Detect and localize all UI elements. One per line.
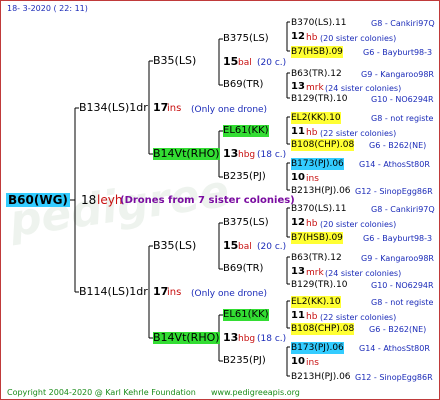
gen1-code: ins — [167, 287, 182, 298]
gen1-code: ins — [167, 103, 182, 114]
gen3-number: 12 — [291, 217, 305, 228]
gen2-code: hbg — [238, 334, 256, 344]
footer-copyright: Copyright 2004-2020 @ Karl Kehrle Founda… — [7, 388, 196, 397]
gen3-number: 13 — [291, 81, 305, 92]
gen2-colony-id[interactable]: B14Vt(RHO) — [153, 148, 220, 160]
gen3-note: (20 sister colonies) — [320, 220, 397, 229]
gen3-colony-id[interactable]: B69(TR) — [223, 263, 263, 275]
gen3-number: 10 — [291, 356, 305, 367]
gen4-origin: G12 - SinopEgg86R — [355, 373, 433, 382]
gen2-colony-id[interactable]: B35(LS) — [153, 240, 196, 252]
gen3-number: 10 — [291, 172, 305, 183]
gen4-colony-id[interactable]: B63(TR).12 — [291, 68, 342, 80]
gen3-code: hb — [306, 312, 318, 322]
gen3-colony-id[interactable]: EL61(KK) — [223, 125, 269, 137]
gen2-code: bal — [238, 58, 252, 68]
gen3-code: mrk — [306, 268, 324, 278]
gen4-origin: G8 - Cankiri97Q — [371, 19, 435, 28]
gen3-code: hb — [306, 219, 318, 229]
gen4-origin: G9 - Kangaroo98R — [361, 254, 434, 263]
gen2-number: 15 — [223, 239, 239, 252]
gen3-code: ins — [306, 358, 319, 368]
gen2-number: 15 — [223, 55, 239, 68]
gen4-origin: G12 - SinopEgg86R — [355, 187, 433, 196]
root-number: 18 — [81, 193, 97, 207]
gen4-colony-id[interactable]: B108(CHP).08 — [291, 139, 355, 151]
gen2-number: 13 — [223, 331, 239, 344]
gen3-colony-id[interactable]: B375(LS) — [223, 33, 269, 45]
gen2-code: hbg — [238, 150, 256, 160]
gen4-colony-id[interactable]: B63(TR).12 — [291, 252, 342, 264]
gen4-colony-id[interactable]: B213H(PJ).06 — [291, 371, 351, 383]
gen4-origin: G6 - Bayburt98-3 — [363, 234, 433, 243]
gen3-colony-id[interactable]: B235(PJ) — [223, 355, 266, 367]
gen3-code: ins — [306, 174, 319, 184]
gen1-note: (Only one drone) — [191, 289, 268, 299]
gen1-colony-id[interactable]: B134(LS)1dr — [79, 102, 148, 114]
gen4-colony-id[interactable]: B370(LS).11 — [291, 17, 346, 29]
root-code: leyh — [97, 193, 123, 207]
footer-url[interactable]: www.pedigreeapis.org — [211, 387, 300, 399]
gen1-colony-id[interactable]: B114(LS)1dr — [79, 286, 148, 298]
gen4-colony-id[interactable]: EL2(KK).10 — [291, 296, 341, 308]
gen4-origin: G14 - AthosSt80R — [359, 344, 430, 353]
gen4-colony-id[interactable]: B7(HSB).09 — [291, 232, 343, 244]
gen2-colony-id[interactable]: B35(LS) — [153, 55, 196, 67]
gen4-origin: G6 - B262(NE) — [369, 141, 427, 150]
gen4-colony-id[interactable]: B7(HSB).09 — [291, 46, 343, 58]
gen3-colony-id[interactable]: B375(LS) — [223, 217, 269, 229]
gen2-number: 13 — [223, 147, 239, 160]
root-colony-id[interactable]: B60(WG) — [6, 193, 70, 207]
gen2-note: (18 c.) — [257, 150, 287, 160]
gen4-colony-id[interactable]: B370(LS).11 — [291, 203, 346, 215]
gen4-origin: G10 - NO6294R — [371, 281, 434, 290]
gen4-origin: G10 - NO6294R — [371, 95, 434, 104]
pedigree-frame: pedigree 18- 3-2020 ( 22: 11) B60(WG) 18… — [0, 0, 440, 400]
gen2-note: (20 c.) — [257, 242, 287, 252]
gen3-number: 11 — [291, 126, 305, 137]
gen4-colony-id[interactable]: B173(PJ).06 — [291, 158, 344, 170]
header-date: 18- 3-2020 ( 22: 11) — [7, 4, 88, 13]
gen4-origin: G8 - not registe — [371, 114, 434, 123]
gen4-colony-id[interactable]: B108(CHP).08 — [291, 323, 355, 335]
gen4-origin: G6 - Bayburt98-3 — [363, 48, 433, 57]
gen2-note: (20 c.) — [257, 58, 287, 68]
gen2-note: (18 c.) — [257, 334, 287, 344]
gen3-number: 13 — [291, 266, 305, 277]
gen4-colony-id[interactable]: EL2(KK).10 — [291, 112, 341, 124]
gen3-note: (20 sister colonies) — [320, 34, 397, 43]
gen4-origin: G14 - AthosSt80R — [359, 160, 430, 169]
gen4-colony-id[interactable]: B213H(PJ).06 — [291, 185, 351, 197]
gen4-colony-id[interactable]: B129(TR).10 — [291, 279, 347, 291]
gen4-colony-id[interactable]: B173(PJ).06 — [291, 342, 344, 354]
gen1-note: (Only one drone) — [191, 105, 268, 115]
gen3-colony-id[interactable]: B69(TR) — [223, 79, 263, 91]
gen3-number: 12 — [291, 31, 305, 42]
gen3-colony-id[interactable]: EL61(KK) — [223, 309, 269, 321]
gen4-origin: G8 - not registe — [371, 298, 434, 307]
gen3-code: hb — [306, 33, 318, 43]
root-drones-note: (Drones from 7 sister colonies) — [120, 195, 295, 206]
gen3-code: hb — [306, 128, 318, 138]
gen3-colony-id[interactable]: B235(PJ) — [223, 171, 266, 183]
gen3-number: 11 — [291, 310, 305, 321]
gen2-colony-id[interactable]: B14Vt(RHO) — [153, 332, 220, 344]
gen4-colony-id[interactable]: B129(TR).10 — [291, 93, 347, 105]
gen4-origin: G8 - Cankiri97Q — [371, 205, 435, 214]
gen4-origin: G9 - Kangaroo98R — [361, 70, 434, 79]
gen4-origin: G6 - B262(NE) — [369, 325, 427, 334]
gen2-code: bal — [238, 242, 252, 252]
